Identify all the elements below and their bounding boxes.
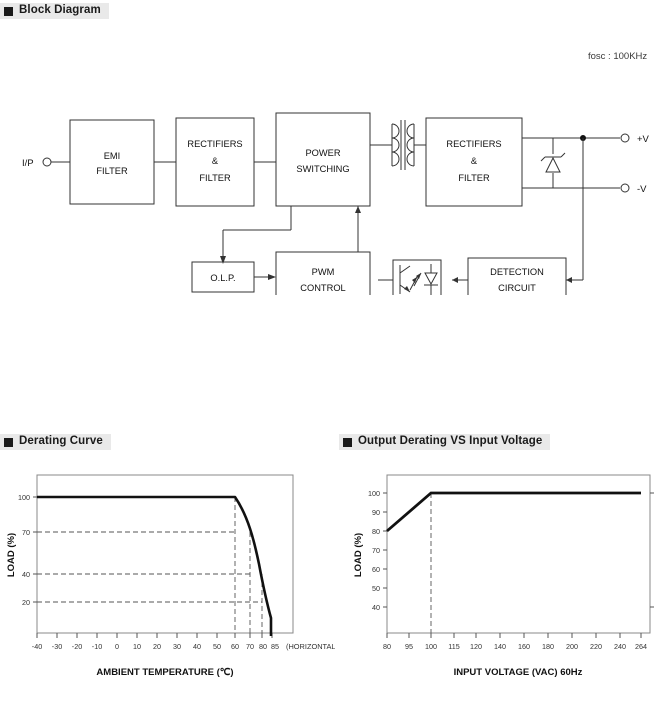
section-header-derating-curve: Derating Curve — [0, 434, 111, 450]
section-header-block-diagram: Block Diagram — [0, 3, 109, 19]
block-label-rect-secondary-1: RECTIFIERS — [446, 139, 501, 149]
x-tick-label: -40 — [32, 642, 42, 651]
section-bullet-icon — [343, 437, 352, 447]
section-title: Block Diagram — [19, 4, 101, 17]
block-label-detection-1: DETECTION — [490, 267, 544, 277]
section-bullet-icon — [4, 6, 13, 16]
y-tick-label: 50 — [372, 584, 380, 593]
section-title: Output Derating VS Input Voltage — [358, 435, 543, 448]
x-tick-label: 70 — [246, 642, 254, 651]
block-emi-filter — [69, 119, 155, 205]
x-tick-label: 160 — [518, 642, 530, 651]
y-axis-title: LOAD (%) — [6, 533, 17, 577]
x-tick-label: -30 — [52, 642, 62, 651]
block-label-detection-2: CIRCUIT — [498, 283, 536, 293]
block-label-rect-primary-3: FILTER — [199, 173, 231, 183]
x-tick-label: 50 — [213, 642, 221, 651]
guide-lines-horizontal — [37, 531, 262, 603]
chart-derating-curve: 100 70 40 20 -40 -30 -20 -10 0 10 20 30 — [0, 460, 335, 700]
section-header-output-derating: Output Derating VS Input Voltage — [339, 434, 551, 450]
output-terminal-label-negative: -V — [637, 184, 647, 195]
x-tick-label: -10 — [92, 642, 102, 651]
y-axis-ticks — [33, 496, 37, 603]
block-diagram: EMI FILTER RECTIFIERS & FILTER POWER SWI… — [0, 30, 670, 295]
y-tick-label: 40 — [22, 570, 30, 579]
x-axis-title: AMBIENT TEMPERATURE (℃) — [96, 667, 233, 678]
x-tick-label: 20 — [153, 642, 161, 651]
x-tick-label: 10 — [133, 642, 141, 651]
x-tick-label: 60 — [231, 642, 239, 651]
x-tick-label: 115 — [448, 642, 459, 651]
block-label-emi-filter: EMI — [104, 151, 121, 161]
x-axis-ticks — [386, 633, 642, 638]
x-tick-label: 0 — [115, 642, 119, 651]
input-terminal-icon — [42, 157, 52, 167]
block-label-rect-secondary-2: & — [471, 156, 478, 166]
x-tick-label: 85 — [271, 642, 279, 651]
y-tick-label: 100 — [368, 489, 380, 498]
x-tick-label: 220 — [590, 642, 602, 651]
output-derating-curve-line — [386, 491, 641, 533]
x-tick-label: 95 — [405, 642, 413, 651]
x-tick-label: 80 — [259, 642, 267, 651]
x-tick-label: 200 — [566, 642, 578, 651]
block-label-olp: O.L.P. — [210, 273, 235, 283]
x-tick-label: 180 — [542, 642, 554, 651]
y-axis-title: LOAD (%) — [353, 533, 364, 577]
x-tick-label: -20 — [72, 642, 82, 651]
output-terminal-label-positive: +V — [637, 134, 650, 145]
x-tick-label: 240 — [614, 642, 626, 651]
y-tick-label: 90 — [372, 508, 380, 517]
y-tick-label: 20 — [22, 598, 30, 607]
x-axis-title: INPUT VOLTAGE (VAC) 60Hz — [454, 667, 583, 678]
block-label-pwm-2: CONTROL — [300, 283, 345, 293]
x-tick-label: 30 — [173, 642, 181, 651]
block-label-rect-primary-2: & — [212, 156, 219, 166]
x-axis-ticks — [36, 633, 273, 638]
block-label-rect-secondary-3: FILTER — [458, 173, 490, 183]
input-terminal-label: I/P — [22, 158, 34, 169]
output-terminal-positive-icon — [620, 133, 630, 143]
chart-output-derating-vs-input-voltage: 100 90 80 70 60 50 40 80 95 100 115 120 … — [339, 460, 670, 700]
y-axis-ticks-right — [650, 492, 654, 608]
orientation-note: (HORIZONTAL) — [286, 642, 335, 651]
plot-frame — [36, 474, 294, 634]
x-tick-label: 80 — [383, 642, 391, 651]
y-tick-label: 60 — [372, 565, 380, 574]
block-power-switching — [275, 112, 371, 207]
block-label-rect-primary-1: RECTIFIERS — [187, 139, 242, 149]
section-title: Derating Curve — [19, 435, 103, 448]
x-tick-label: 100 — [425, 642, 437, 651]
y-tick-label: 80 — [372, 527, 380, 536]
output-terminal-negative-icon — [620, 183, 630, 193]
x-tick-label: 120 — [470, 642, 482, 651]
y-tick-label: 100 — [18, 493, 30, 502]
block-label-power-switching-1: POWER — [305, 148, 340, 158]
x-tick-label: 140 — [494, 642, 506, 651]
x-tick-label: 264 — [635, 642, 647, 651]
x-tick-label: 40 — [193, 642, 201, 651]
y-tick-label: 70 — [22, 528, 30, 537]
block-label-power-switching-2: SWITCHING — [296, 164, 349, 174]
y-axis-ticks — [383, 492, 387, 608]
y-tick-label: 40 — [372, 603, 380, 612]
block-label-emi-filter-2: FILTER — [96, 166, 128, 176]
block-label-pwm-1: PWM — [312, 267, 335, 277]
derating-curve-line — [37, 495, 273, 636]
section-bullet-icon — [4, 437, 13, 447]
y-tick-label: 70 — [372, 546, 380, 555]
